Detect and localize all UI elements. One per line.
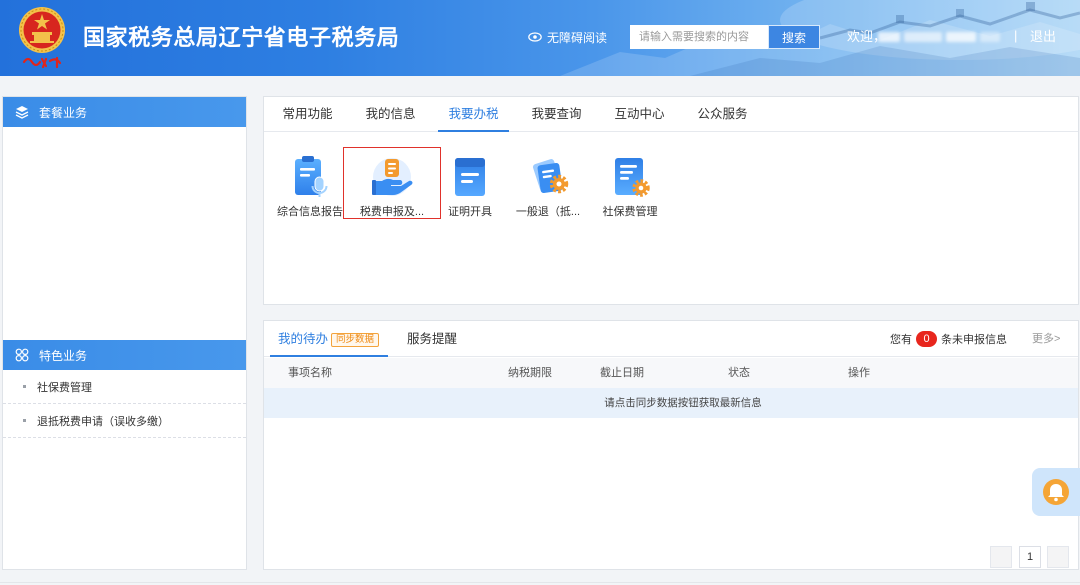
grid-icon xyxy=(15,348,29,362)
notice-prefix: 您有 xyxy=(890,334,912,346)
column-header-deadline: 截止日期 xyxy=(600,367,644,379)
function-general-refund[interactable]: 一般退（抵... xyxy=(508,149,588,219)
eye-icon xyxy=(528,32,542,42)
function-label: 一般退（抵... xyxy=(515,206,581,218)
function-panel: 常用功能 我的信息 我要办税 我要查询 互动中心 公众服务 综合信息报告 税费申… xyxy=(263,96,1079,305)
report-microphone-icon xyxy=(288,155,332,199)
notice-suffix: 条未申报信息 xyxy=(941,334,1007,346)
tab-my-info[interactable]: 我的信息 xyxy=(349,97,432,131)
column-header-status: 状态 xyxy=(728,367,750,379)
table-header: 事项名称 纳税期限 截止日期 状态 操作 xyxy=(264,358,1078,388)
todo-panel: 我的待办 同步数据 服务提醒 您有 0 条未申报信息 更多> 事项名称 纳税期限… xyxy=(263,320,1079,570)
site-title: 国家税务总局辽宁省电子税务局 xyxy=(83,25,400,50)
document-gear-icon xyxy=(608,155,652,199)
function-label: 综合信息报告 xyxy=(277,206,343,218)
sync-data-button[interactable]: 同步数据 xyxy=(331,333,380,347)
search-button[interactable]: 搜索 xyxy=(768,25,820,49)
tab-query[interactable]: 我要查询 xyxy=(515,97,598,131)
sidebar-section-featured-services[interactable]: 特色业务 xyxy=(3,340,246,370)
column-header-actions: 操作 xyxy=(848,367,870,379)
tab-service-reminders[interactable]: 服务提醒 xyxy=(407,321,457,357)
sidebar-item-social-insurance[interactable]: 社保费管理 xyxy=(3,370,246,404)
undeclared-count-badge[interactable]: 0 xyxy=(916,331,937,347)
layers-icon xyxy=(15,105,29,119)
logout-link[interactable]: 退出 xyxy=(1030,29,1056,45)
function-social-insurance-management[interactable]: 社保费管理 xyxy=(590,149,670,219)
function-label: 证明开具 xyxy=(448,206,492,218)
top-header: 国家税务总局辽宁省电子税务局 无障碍阅读 搜索 欢迎， | 退出 xyxy=(0,0,1080,76)
refund-cards-gear-icon xyxy=(526,155,570,199)
active-tab-underline xyxy=(270,355,388,357)
column-header-tax-period: 纳税期限 xyxy=(508,367,552,379)
function-tabbar: 常用功能 我的信息 我要办税 我要查询 互动中心 公众服务 xyxy=(264,97,1078,132)
function-label: 税费申报及... xyxy=(359,206,425,218)
sidebar-section-title: 套餐业务 xyxy=(39,105,88,120)
tab-interaction-center[interactable]: 互动中心 xyxy=(598,97,681,131)
table-empty-message: 请点击同步数据按钮获取最新信息 xyxy=(264,388,1078,418)
column-header-item-name: 事项名称 xyxy=(288,367,332,379)
tab-public-services[interactable]: 公众服务 xyxy=(681,97,764,131)
sidebar: 套餐业务 特色业务 社保费管理 退抵税费申请（误收多缴） xyxy=(2,96,247,570)
sidebar-section-title: 特色业务 xyxy=(39,348,88,363)
tab-tax-handling[interactable]: 我要办税 xyxy=(432,97,515,132)
sidebar-item-label: 社保费管理 xyxy=(37,381,92,394)
user-name-blurred xyxy=(878,30,1000,44)
sidebar-section-package-services[interactable]: 套餐业务 xyxy=(3,97,246,127)
pagination-next-button[interactable] xyxy=(1047,546,1069,568)
search-input[interactable] xyxy=(630,25,768,49)
function-comprehensive-info-report[interactable]: 综合信息报告 xyxy=(270,149,350,219)
function-certificate-issuance[interactable]: 证明开具 xyxy=(430,149,510,219)
pagination-page-current[interactable]: 1 xyxy=(1019,546,1041,568)
tab-my-todo[interactable]: 我的待办 xyxy=(278,321,328,357)
sidebar-item-refund-application[interactable]: 退抵税费申请（误收多缴） xyxy=(3,404,246,438)
national-tax-emblem-icon xyxy=(19,7,65,69)
undeclared-notice: 您有 0 条未申报信息 xyxy=(890,321,1007,357)
todo-tabbar: 我的待办 同步数据 服务提醒 您有 0 条未申报信息 更多> xyxy=(264,321,1078,357)
hand-coin-icon xyxy=(370,155,414,199)
bell-icon xyxy=(1043,479,1069,505)
function-label: 社保费管理 xyxy=(602,206,658,218)
pagination-prev-button[interactable] xyxy=(990,546,1012,568)
page-bottom-divider xyxy=(0,582,1080,583)
function-tax-declaration[interactable]: 税费申报及... xyxy=(352,149,432,219)
header-separator: | xyxy=(1014,28,1018,43)
notification-float-button[interactable] xyxy=(1032,468,1080,516)
sidebar-item-label: 退抵税费申请（误收多缴） xyxy=(37,415,169,428)
more-link[interactable]: 更多> xyxy=(1032,321,1060,357)
bullet-icon xyxy=(23,385,26,388)
tab-common-functions[interactable]: 常用功能 xyxy=(266,97,349,131)
accessibility-reading-link[interactable]: 无障碍阅读 xyxy=(528,29,607,45)
certificate-clipboard-icon xyxy=(448,155,492,199)
bullet-icon xyxy=(23,419,26,422)
accessibility-label: 无障碍阅读 xyxy=(547,30,608,45)
